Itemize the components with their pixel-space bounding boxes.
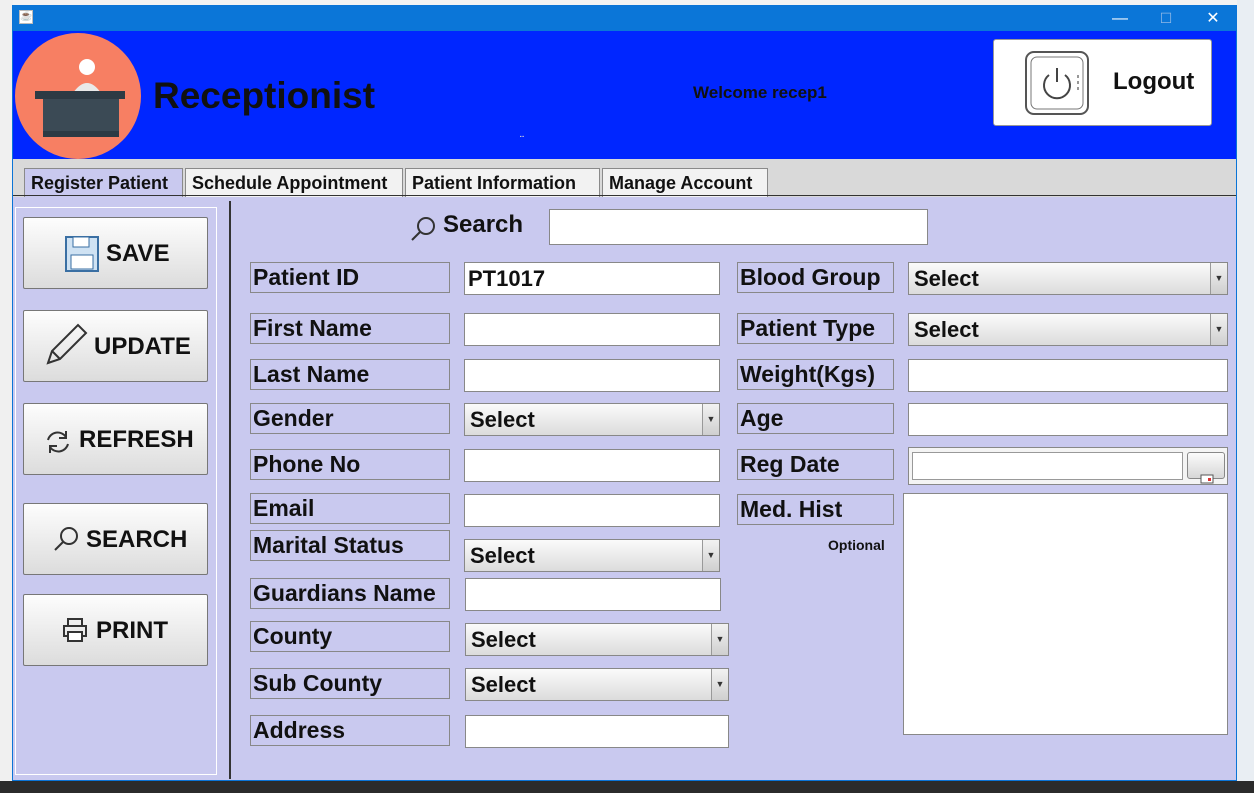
chevron-down-icon: ▼	[702, 540, 719, 571]
printer-icon	[62, 617, 88, 650]
reg-date-label: Reg Date	[737, 449, 894, 480]
patient-type-label: Patient Type	[737, 313, 894, 344]
address-label: Address	[250, 715, 450, 746]
county-value: Select	[471, 627, 536, 652]
optional-note: Optional	[828, 537, 885, 553]
floppy-disk-icon	[64, 235, 100, 280]
search-label: SEARCH	[86, 526, 188, 553]
page-title: Receptionist	[153, 75, 376, 116]
chevron-down-icon: ▼	[1210, 263, 1227, 294]
gender-value: Select	[470, 407, 535, 432]
tab-bar: Register Patient Schedule Appointment Pa…	[13, 159, 1236, 197]
reg-date-field[interactable]	[912, 452, 1183, 480]
marital-status-label: Marital Status	[250, 530, 450, 561]
maximize-button[interactable]: ☐	[1143, 6, 1189, 31]
reg-date-picker	[908, 447, 1228, 485]
desktop-background-right	[1237, 0, 1254, 793]
refresh-label: REFRESH	[79, 426, 194, 453]
search-icon	[52, 525, 80, 560]
phone-label: Phone No	[250, 449, 450, 480]
county-select[interactable]: Select ▼	[465, 623, 729, 656]
blood-group-label: Blood Group	[737, 262, 894, 293]
java-icon: ☕	[19, 10, 33, 24]
patient-id-field[interactable]: PT1017	[464, 262, 720, 295]
email-field[interactable]	[464, 494, 720, 527]
app-header: Receptionist Welcome recep1 ⠉ Logout	[13, 31, 1236, 159]
search-button[interactable]: SEARCH	[23, 503, 208, 575]
age-field[interactable]	[908, 403, 1228, 436]
phone-field[interactable]	[464, 449, 720, 482]
blood-group-select[interactable]: Select ▼	[908, 262, 1228, 295]
blood-group-value: Select	[914, 266, 979, 291]
separator-mark: ⠉	[519, 135, 525, 144]
email-label: Email	[250, 493, 450, 524]
print-button[interactable]: PRINT	[23, 594, 208, 666]
chevron-down-icon: ▼	[702, 404, 719, 435]
title-bar: ☕ — ☐ ✕	[13, 6, 1236, 31]
address-field[interactable]	[465, 715, 729, 748]
first-name-label: First Name	[250, 313, 450, 344]
welcome-text: Welcome recep1	[693, 83, 827, 102]
tab-manage-account[interactable]: Manage Account	[602, 168, 768, 197]
action-panel: SAVE UPDATE REFRESH SEARCH PRINT	[15, 207, 217, 775]
gender-label: Gender	[250, 403, 450, 434]
close-button[interactable]: ✕	[1190, 6, 1236, 31]
calendar-button[interactable]	[1187, 452, 1225, 484]
patient-type-select[interactable]: Select ▼	[908, 313, 1228, 346]
tab-register-patient[interactable]: Register Patient	[24, 168, 183, 197]
save-label: SAVE	[106, 240, 170, 267]
weight-field[interactable]	[908, 359, 1228, 392]
sub-county-select[interactable]: Select ▼	[465, 668, 729, 701]
logout-button[interactable]: Logout	[993, 39, 1212, 126]
marital-status-value: Select	[470, 543, 535, 568]
patient-type-value: Select	[914, 317, 979, 342]
chevron-down-icon: ▼	[1210, 314, 1227, 345]
sub-county-value: Select	[471, 672, 536, 697]
weight-label: Weight(Kgs)	[737, 359, 894, 390]
chevron-down-icon: ▼	[711, 669, 728, 700]
panel-divider	[229, 201, 231, 779]
med-hist-textarea[interactable]	[903, 493, 1228, 735]
refresh-icon	[44, 428, 72, 463]
save-button[interactable]: SAVE	[23, 217, 208, 289]
patient-id-label: Patient ID	[250, 262, 450, 293]
calendar-icon	[1200, 461, 1214, 492]
search-input[interactable]	[549, 209, 928, 245]
print-label: PRINT	[96, 617, 168, 644]
marital-status-select[interactable]: Select ▼	[464, 539, 720, 572]
pencil-icon	[40, 321, 90, 378]
chevron-down-icon: ▼	[711, 624, 728, 655]
county-label: County	[250, 621, 450, 652]
update-label: UPDATE	[94, 333, 191, 360]
guardian-name-field[interactable]	[465, 578, 721, 611]
power-icon	[1025, 51, 1089, 115]
med-hist-label: Med. Hist	[737, 494, 894, 525]
search-field-label: Search	[443, 211, 524, 238]
first-name-field[interactable]	[464, 313, 720, 346]
guardian-name-label: Guardians Name	[250, 578, 450, 609]
desktop-taskbar-edge	[0, 781, 1254, 793]
last-name-field[interactable]	[464, 359, 720, 392]
minimize-button[interactable]: —	[1097, 6, 1143, 31]
receptionist-window: ☕ — ☐ ✕ Receptionist Welcome recep1 ⠉ Lo…	[12, 5, 1237, 781]
receptionist-desk-icon	[15, 33, 141, 159]
search-glass-icon	[409, 215, 437, 248]
last-name-label: Last Name	[250, 359, 450, 390]
tab-patient-information[interactable]: Patient Information	[405, 168, 600, 197]
gender-select[interactable]: Select ▼	[464, 403, 720, 436]
tab-divider	[13, 195, 1236, 196]
refresh-button[interactable]: REFRESH	[23, 403, 208, 475]
tab-schedule-appointment[interactable]: Schedule Appointment	[185, 168, 403, 197]
sub-county-label: Sub County	[250, 668, 450, 699]
logout-label: Logout	[1113, 68, 1195, 95]
update-button[interactable]: UPDATE	[23, 310, 208, 382]
age-label: Age	[737, 403, 894, 434]
